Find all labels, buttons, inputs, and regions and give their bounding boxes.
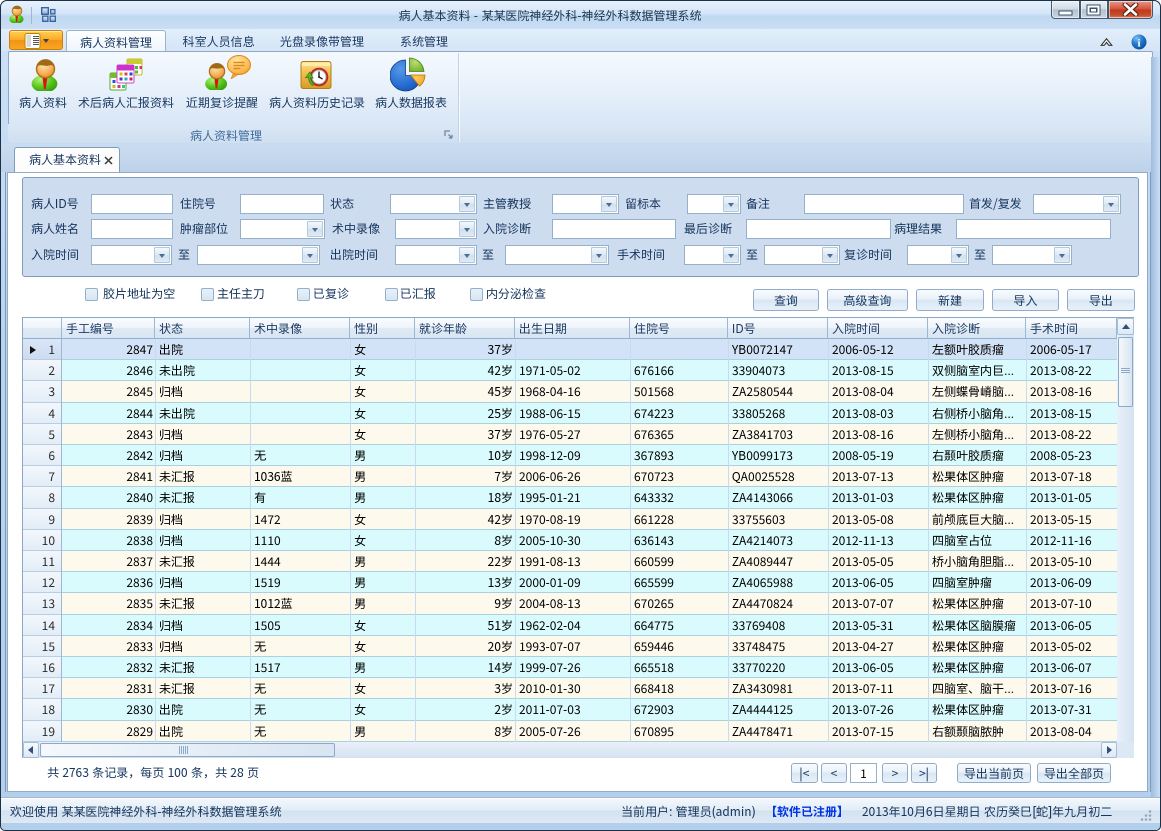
svg-text:i: i xyxy=(1137,38,1140,50)
